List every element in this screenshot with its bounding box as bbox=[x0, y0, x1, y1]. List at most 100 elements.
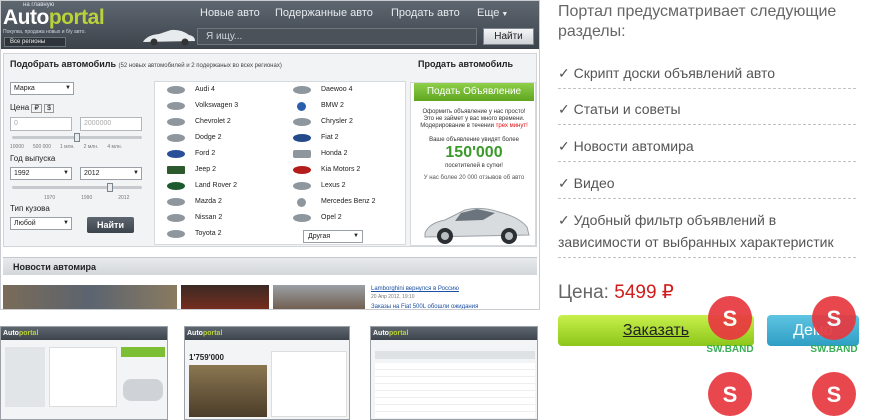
land-rover-logo-icon bbox=[167, 182, 185, 190]
news-link[interactable]: Lamborghini вернулся в Россию bbox=[371, 286, 459, 292]
regions-button[interactable]: Все регионы bbox=[4, 37, 66, 47]
mazda-logo-icon bbox=[167, 198, 185, 206]
svg-text:S: S bbox=[723, 382, 738, 407]
mercedes-logo-icon bbox=[297, 198, 306, 207]
thumb-post-button bbox=[121, 347, 165, 357]
screenshot-thumbnail[interactable]: Autoportal bbox=[0, 326, 168, 420]
year-ticks: 1970 1990 2012 bbox=[44, 195, 130, 201]
news-image[interactable] bbox=[273, 285, 365, 309]
news-image[interactable] bbox=[181, 285, 269, 309]
feature-item: ✓ Скрипт доски объявлений авто bbox=[558, 62, 856, 89]
brand-item[interactable]: Honda 2 bbox=[281, 146, 406, 161]
thumb-logo: Autoportal bbox=[185, 327, 349, 340]
thumb-form bbox=[375, 363, 535, 419]
chevron-down-icon: ▼ bbox=[65, 85, 71, 91]
body-type-label: Тип кузова bbox=[10, 204, 50, 213]
volkswagen-logo-icon bbox=[167, 102, 185, 110]
price-from-input[interactable]: 0 bbox=[10, 117, 72, 131]
currency-select[interactable]: $ bbox=[44, 104, 55, 113]
year-from-select[interactable]: 1992 ▼ bbox=[10, 167, 72, 180]
chevron-down-icon: ▼ bbox=[499, 11, 509, 18]
find-button[interactable]: Найти bbox=[483, 28, 534, 45]
promo-line: Это не займет у вас много времени. bbox=[423, 116, 525, 122]
brand-item[interactable]: Daewoo 4 bbox=[281, 82, 406, 97]
other-brand-select[interactable]: Другая ▼ bbox=[303, 230, 363, 243]
kia-logo-icon bbox=[293, 166, 311, 174]
watermark-logo: S SW.BAND S bbox=[706, 296, 754, 416]
brand-item[interactable]: Opel 2 bbox=[281, 210, 406, 225]
sell-panel-title: Продать автомобиль bbox=[418, 59, 513, 69]
nissan-logo-icon bbox=[167, 214, 185, 222]
brand-item[interactable]: Audi 4 bbox=[155, 82, 280, 97]
news-image[interactable] bbox=[3, 285, 177, 309]
audi-logo-icon bbox=[167, 86, 185, 94]
dodge-logo-icon bbox=[167, 134, 185, 142]
post-ad-button[interactable]: Подать Объявление bbox=[414, 83, 534, 101]
brand-item[interactable]: Nissan 2 bbox=[155, 210, 280, 225]
feature-item: ✓ Статьи и советы bbox=[558, 98, 856, 125]
year-slider-handle[interactable] bbox=[107, 183, 113, 192]
screenshot-thumbnail[interactable]: Autoportal 1'759'000 bbox=[184, 326, 350, 420]
body-type-select[interactable]: Любой ▼ bbox=[10, 217, 72, 230]
ford-logo-icon bbox=[167, 150, 185, 158]
panel-find-button[interactable]: Найти bbox=[87, 217, 134, 233]
brand-item[interactable]: Mercedes Benz 2 bbox=[281, 194, 406, 209]
news-link[interactable]: Заказы на Fiat 500L обошли ожидания bbox=[371, 304, 478, 309]
fiat-logo-icon bbox=[293, 134, 311, 142]
price-slider[interactable] bbox=[12, 133, 142, 142]
nav-new-cars[interactable]: Новые авто bbox=[200, 7, 260, 19]
brand-item[interactable]: Toyota 2 bbox=[155, 226, 280, 241]
chevrolet-logo-icon bbox=[167, 118, 185, 126]
svg-text:S: S bbox=[827, 306, 842, 331]
thumb-specs bbox=[271, 351, 347, 417]
year-to-select[interactable]: 2012 ▼ bbox=[80, 167, 142, 180]
honda-logo-icon bbox=[293, 150, 311, 158]
brand-item[interactable]: BMW 2 bbox=[281, 98, 406, 113]
thumb-logo: Autoportal bbox=[371, 327, 537, 340]
screenshot-thumbnail[interactable]: Autoportal bbox=[370, 326, 538, 420]
price-ticks: 10000 500 000 1 млн. 2 млн. 4 млн. bbox=[10, 144, 123, 150]
price-label: Цена ₽ $ bbox=[10, 103, 55, 113]
opel-logo-icon bbox=[293, 214, 311, 222]
ruble-icon: ₽ bbox=[31, 104, 42, 113]
year-slider[interactable] bbox=[12, 183, 142, 192]
nav-more[interactable]: Еще ▼ bbox=[477, 7, 508, 19]
brand-item[interactable]: Kia Motors 2 bbox=[281, 162, 406, 177]
nav-sell-car[interactable]: Продать авто bbox=[391, 7, 460, 19]
watermark-logo: S SW.BAND S bbox=[810, 296, 858, 416]
price-to-input[interactable]: 2000000 bbox=[80, 117, 142, 131]
brand-item[interactable]: Dodge 2 bbox=[155, 130, 280, 145]
jeep-logo-icon bbox=[167, 166, 185, 174]
brand-item[interactable]: Jeep 2 bbox=[155, 162, 280, 177]
brand-item[interactable]: Volkswagen 3 bbox=[155, 98, 280, 113]
brand-item[interactable]: Land Rover 2 bbox=[155, 178, 280, 193]
price-row: Цена: 5499 ₽ bbox=[558, 281, 674, 304]
brand-item[interactable]: Ford 2 bbox=[155, 146, 280, 161]
svg-text:SW.BAND: SW.BAND bbox=[810, 344, 857, 355]
brand-item[interactable]: Fiat 2 bbox=[281, 130, 406, 145]
brand-item[interactable]: Chrysler 2 bbox=[281, 114, 406, 129]
site-tagline: Покупка, продажа новых и б/у авто. bbox=[3, 29, 86, 35]
nav-used-cars[interactable]: Подержанные авто bbox=[275, 7, 373, 19]
promo-line: Ваше объявление увидят более bbox=[429, 137, 519, 143]
site-logo[interactable]: Autoportal bbox=[3, 7, 105, 29]
thumb-price: 1'759'000 bbox=[189, 353, 224, 362]
search-panel-title: Подобрать автомобиль (52 новых автомобил… bbox=[10, 59, 282, 69]
sell-panel: Подать Объявление Оформить объявление у … bbox=[410, 82, 536, 246]
brand-item[interactable]: Mazda 2 bbox=[155, 194, 280, 209]
bmw-logo-icon bbox=[297, 102, 306, 111]
brand-item[interactable]: Lexus 2 bbox=[281, 178, 406, 193]
make-select[interactable]: Марка ▼ bbox=[10, 82, 74, 95]
price-slider-handle[interactable] bbox=[74, 133, 80, 142]
search-panel: Подобрать автомобиль (52 новых автомобил… bbox=[3, 53, 537, 247]
chevron-down-icon: ▼ bbox=[133, 170, 139, 176]
chevron-down-icon: ▼ bbox=[63, 170, 69, 176]
svg-text:SW.BAND: SW.BAND bbox=[706, 344, 753, 355]
year-label: Год выпуска bbox=[10, 154, 56, 163]
chrysler-logo-icon bbox=[293, 118, 311, 126]
search-input[interactable]: Я ищу... bbox=[197, 28, 477, 45]
feature-item: ✓ Видео bbox=[558, 172, 856, 199]
thumb-tabs bbox=[375, 351, 535, 359]
visitors-count: 150'000 bbox=[445, 144, 503, 161]
brand-item[interactable]: Chevrolet 2 bbox=[155, 114, 280, 129]
